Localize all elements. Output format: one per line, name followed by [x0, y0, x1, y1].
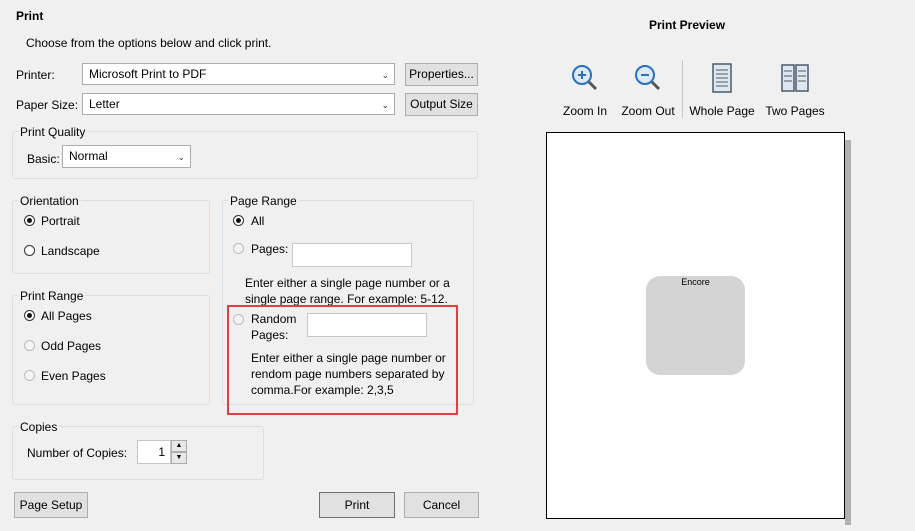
page-range-title: Page Range	[228, 194, 299, 208]
whole-page-label: Whole Page	[689, 104, 755, 118]
page-range-all-label: All	[251, 214, 265, 228]
preview-title: Print Preview	[649, 18, 726, 32]
printer-select[interactable]: Microsoft Print to PDF ⌄	[82, 63, 395, 85]
zoom-out-icon	[635, 65, 661, 91]
print-quality-title: Print Quality	[18, 125, 88, 139]
zoom-in-icon	[572, 65, 598, 91]
page-setup-button[interactable]: Page Setup	[14, 492, 88, 518]
caret-up-icon[interactable]: ▲	[171, 440, 187, 452]
caret-down-icon[interactable]: ▼	[171, 452, 187, 464]
properties-button[interactable]: Properties...	[405, 63, 478, 86]
print-quality-select[interactable]: Normal ⌄	[62, 145, 191, 168]
page-range-all-radio[interactable]	[233, 215, 244, 226]
portrait-label: Portrait	[41, 214, 80, 228]
preview-page-shadow	[845, 140, 851, 525]
print-button[interactable]: Print	[319, 492, 395, 518]
zoom-in-label: Zoom In	[562, 104, 607, 118]
all-pages-label: All Pages	[41, 309, 92, 323]
orientation-group	[12, 200, 210, 274]
cancel-button[interactable]: Cancel	[404, 492, 479, 518]
copies-stepper[interactable]: ▲ ▼	[171, 440, 187, 464]
chevron-down-icon: ⌄	[177, 152, 185, 162]
printer-value: Microsoft Print to PDF	[89, 67, 207, 81]
basic-label: Basic:	[27, 152, 60, 166]
copies-title: Copies	[18, 420, 60, 434]
whole-page-icon	[712, 63, 732, 93]
paper-size-select[interactable]: Letter ⌄	[82, 93, 395, 115]
two-pages-label: Two Pages	[765, 104, 825, 118]
copies-input[interactable]: 1	[137, 440, 171, 464]
logo-text: Encore	[681, 277, 710, 287]
print-quality-value: Normal	[69, 149, 108, 163]
portrait-radio[interactable]	[24, 215, 35, 226]
odd-pages-radio[interactable]	[24, 340, 35, 351]
zoom-in-tool[interactable]: Zoom In	[560, 62, 610, 118]
paper-size-label: Paper Size:	[16, 98, 79, 112]
dialog-subtitle: Choose from the options below and click …	[26, 36, 272, 50]
orientation-title: Orientation	[18, 194, 81, 208]
print-range-title: Print Range	[18, 289, 86, 303]
landscape-label: Landscape	[41, 244, 100, 258]
whole-page-tool[interactable]: Whole Page	[689, 62, 755, 118]
encore-logo: Encore	[646, 276, 745, 375]
copies-label: Number of Copies:	[27, 446, 128, 460]
pages-help-line: Enter either a single page number or a	[245, 276, 450, 290]
even-pages-label: Even Pages	[41, 369, 106, 383]
even-pages-radio[interactable]	[24, 370, 35, 381]
zoom-out-label: Zoom Out	[621, 104, 675, 118]
two-pages-icon	[781, 64, 809, 92]
highlight-box	[227, 305, 458, 415]
paper-size-value: Letter	[89, 97, 120, 111]
chevron-down-icon: ⌄	[381, 70, 389, 80]
output-size-button[interactable]: Output Size	[405, 93, 478, 116]
zoom-out-tool[interactable]: Zoom Out	[619, 62, 677, 118]
all-pages-radio[interactable]	[24, 310, 35, 321]
pages-label: Pages:	[251, 242, 289, 256]
toolbar-separator	[682, 60, 683, 118]
dialog-title: Print	[16, 9, 44, 23]
pages-input[interactable]	[292, 243, 412, 267]
pages-radio[interactable]	[233, 243, 244, 254]
pages-help-text: Enter either a single page number or a s…	[245, 275, 450, 307]
two-pages-tool[interactable]: Two Pages	[764, 62, 826, 118]
odd-pages-label: Odd Pages	[41, 339, 102, 353]
printer-label: Printer:	[16, 68, 55, 82]
landscape-radio[interactable]	[24, 245, 35, 256]
chevron-down-icon: ⌄	[381, 100, 389, 110]
